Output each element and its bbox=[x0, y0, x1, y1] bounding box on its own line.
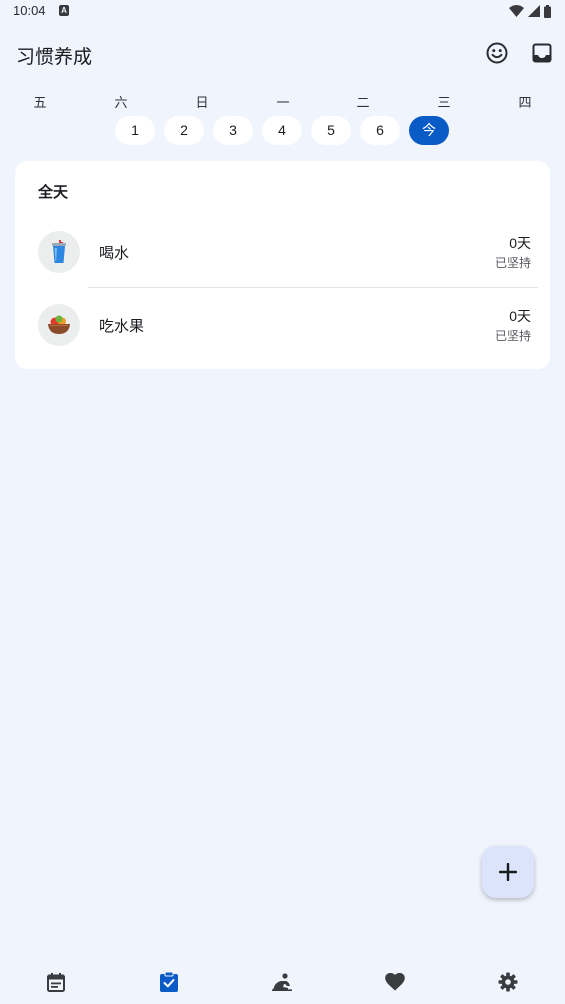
status-time: 10:04 bbox=[13, 3, 46, 18]
habit-name: 喝水 bbox=[99, 244, 130, 262]
clipboard-check-icon bbox=[160, 972, 178, 992]
weekday-label: 日 bbox=[195, 96, 209, 111]
gear-icon bbox=[498, 972, 518, 992]
weekday-label: 六 bbox=[114, 96, 128, 111]
habit-card: 全天 喝水 0天 已坚持 吃水果 0天 已坚持 bbox=[15, 161, 550, 369]
date-pill[interactable]: 5 bbox=[311, 116, 351, 145]
notification-icon: A bbox=[59, 5, 69, 16]
heart-icon bbox=[385, 973, 405, 991]
smiley-button[interactable] bbox=[484, 40, 510, 66]
cup-icon bbox=[52, 240, 66, 263]
habit-days: 0天 bbox=[509, 308, 531, 324]
weekday-label: 一 bbox=[276, 96, 290, 111]
habit-avatar bbox=[38, 231, 80, 273]
status-indicators bbox=[509, 4, 551, 18]
inbox-button[interactable] bbox=[529, 40, 555, 66]
habit-name: 吃水果 bbox=[99, 317, 145, 335]
meditation-icon bbox=[272, 973, 292, 991]
habit-row-fruit[interactable]: 吃水果 0天 已坚持 bbox=[15, 290, 550, 362]
habit-days: 0天 bbox=[509, 235, 531, 251]
bottom-nav bbox=[0, 960, 565, 1004]
smiley-icon bbox=[486, 42, 508, 64]
nav-habits[interactable] bbox=[157, 970, 181, 994]
habit-streak-label: 已坚持 bbox=[494, 256, 531, 270]
date-pill[interactable]: 2 bbox=[164, 116, 204, 145]
fruit-bowl-icon bbox=[48, 315, 70, 334]
section-title: 全天 bbox=[38, 183, 69, 201]
habit-row-water[interactable]: 喝水 0天 已坚持 bbox=[15, 217, 550, 289]
battery-icon bbox=[544, 4, 551, 18]
habit-avatar bbox=[38, 304, 80, 346]
date-pill[interactable]: 3 bbox=[213, 116, 253, 145]
date-pill[interactable]: 6 bbox=[360, 116, 400, 145]
nav-meditation[interactable] bbox=[270, 970, 294, 994]
weekday-row: 五 六 日 一 二 三 四 bbox=[0, 92, 565, 111]
plus-icon bbox=[499, 863, 517, 881]
weekday-label: 二 bbox=[356, 96, 370, 111]
nav-favorites[interactable] bbox=[383, 970, 407, 994]
calendar-icon bbox=[47, 972, 65, 992]
date-selector: 1 2 3 4 5 6 今 bbox=[0, 116, 565, 146]
status-bar: 10:04 A bbox=[0, 0, 565, 24]
add-habit-button[interactable] bbox=[482, 846, 534, 898]
date-pill[interactable]: 1 bbox=[115, 116, 155, 145]
weekday-label: 五 bbox=[33, 96, 47, 111]
app-bar: 习惯养成 bbox=[0, 30, 565, 76]
signal-icon bbox=[528, 5, 540, 17]
nav-calendar[interactable] bbox=[44, 970, 68, 994]
divider bbox=[88, 287, 538, 288]
habit-streak-label: 已坚持 bbox=[494, 329, 531, 343]
inbox-icon bbox=[532, 43, 552, 63]
weekday-label: 三 bbox=[437, 96, 451, 111]
date-pill[interactable]: 4 bbox=[262, 116, 302, 145]
wifi-icon bbox=[509, 5, 524, 17]
date-pill-today[interactable]: 今 bbox=[409, 116, 449, 145]
page-title: 习惯养成 bbox=[16, 46, 93, 68]
nav-settings[interactable] bbox=[496, 970, 520, 994]
weekday-label: 四 bbox=[518, 96, 532, 111]
